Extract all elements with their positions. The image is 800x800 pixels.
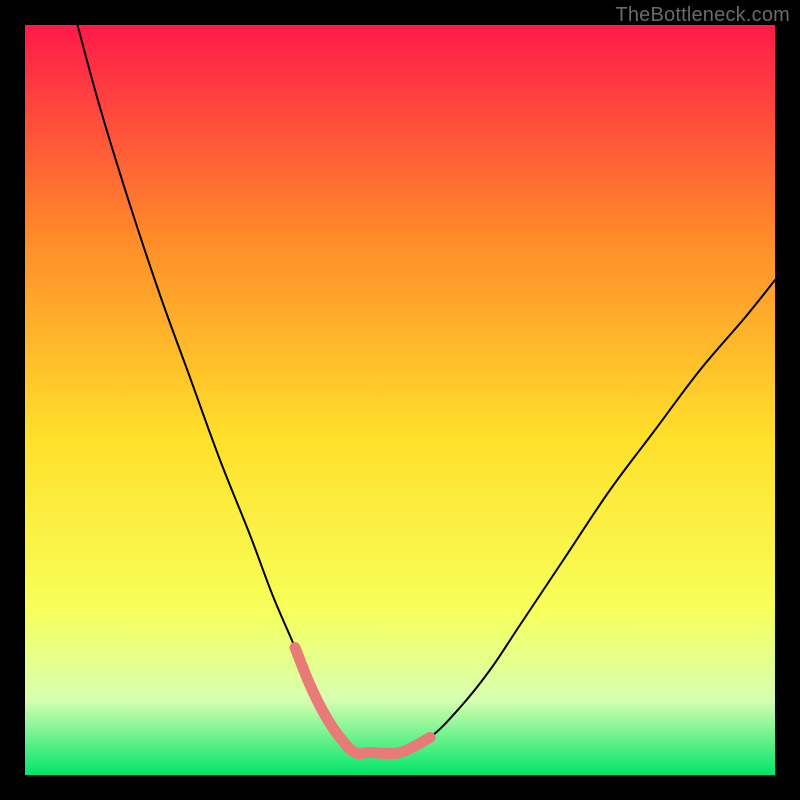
chart-frame: TheBottleneck.com (0, 0, 800, 800)
chart-plot-area (25, 25, 775, 775)
watermark-text: TheBottleneck.com (615, 4, 790, 27)
chart-background (25, 25, 775, 775)
chart-svg (25, 25, 775, 775)
